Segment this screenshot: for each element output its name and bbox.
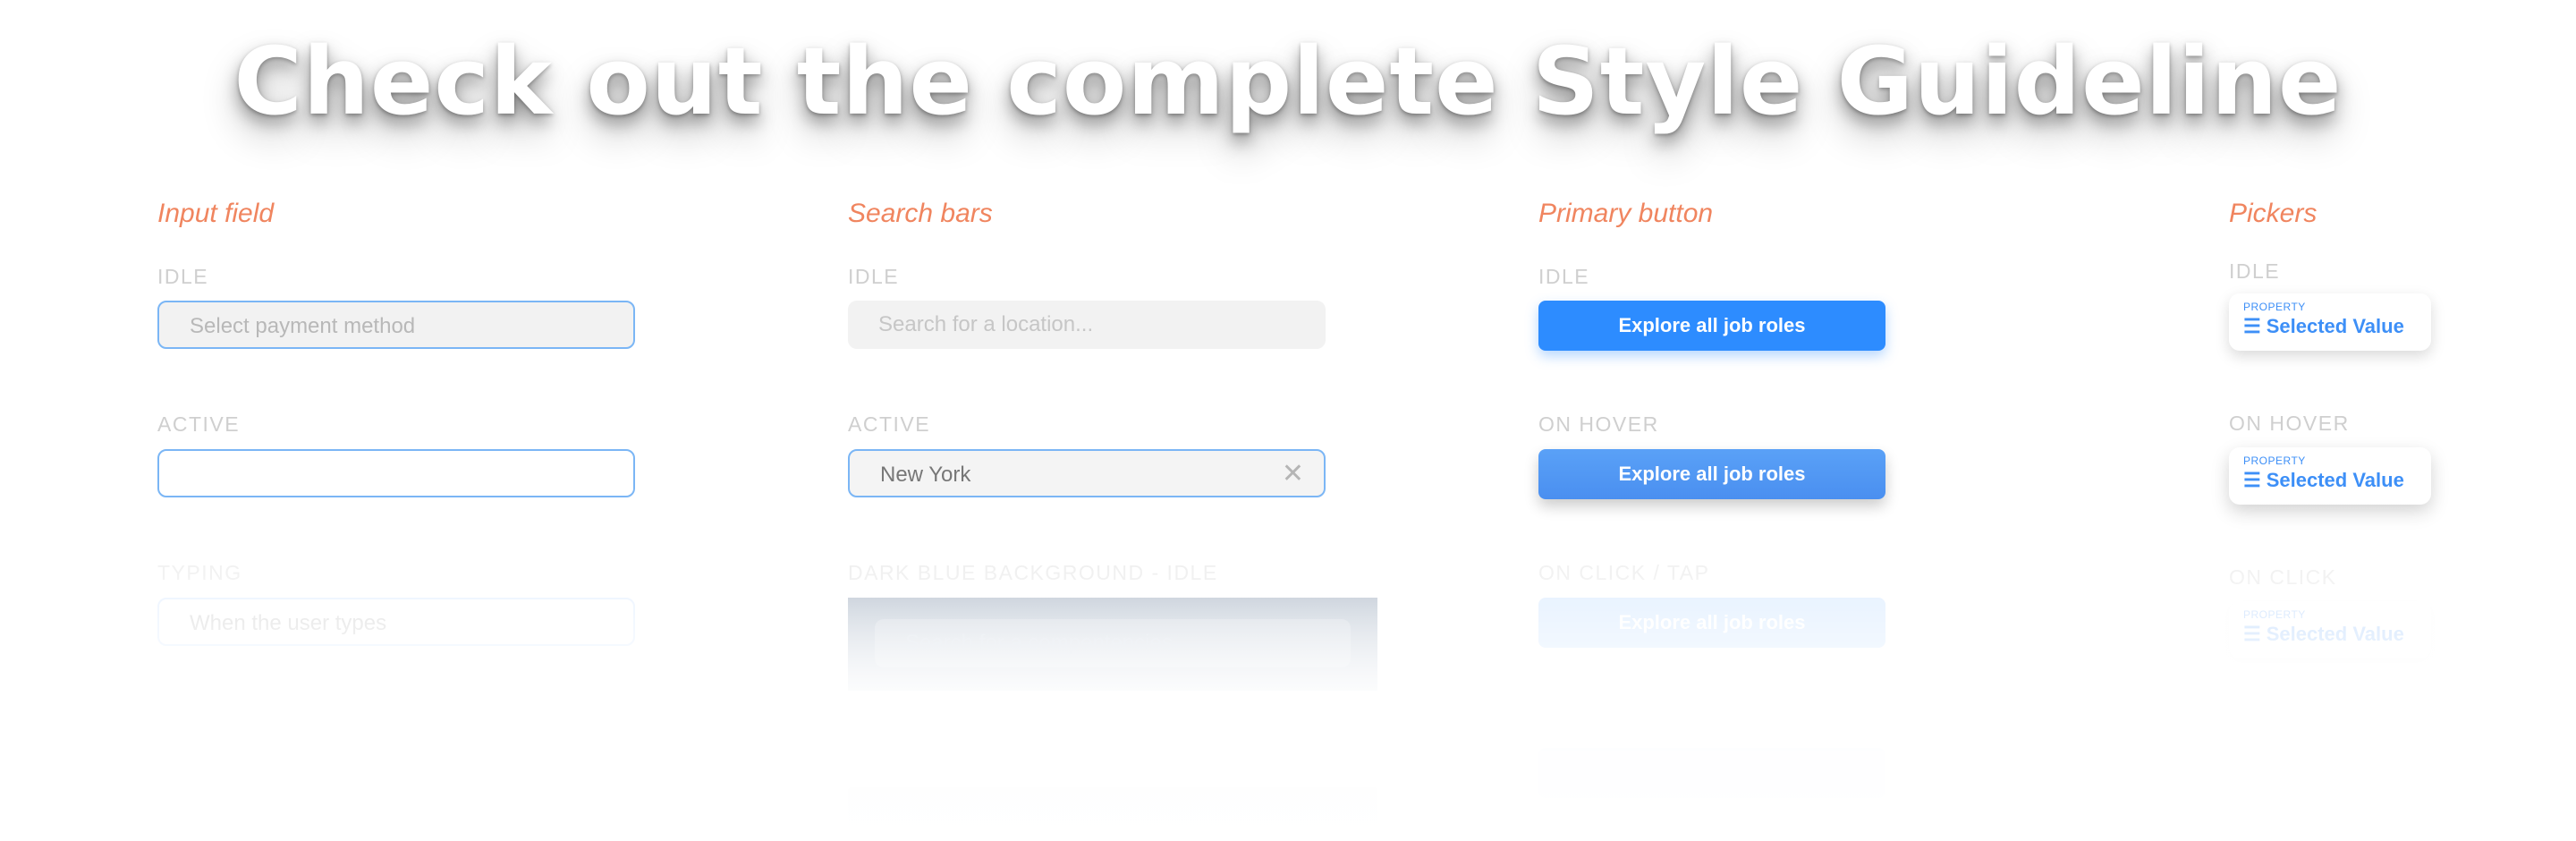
- state-label-active: ACTIVE: [848, 412, 931, 436]
- picker-property-label: PROPERTY: [2243, 608, 2306, 621]
- state-label-idle: IDLE: [2229, 259, 2281, 283]
- faded-search-bar: [848, 787, 1377, 837]
- picker-property-label: PROPERTY: [2243, 454, 2306, 467]
- state-label-hover: ON HOVER: [1538, 412, 1659, 436]
- faded-button: [1538, 748, 1885, 798]
- explore-job-roles-button-hover[interactable]: Explore all job roles: [1538, 449, 1885, 499]
- section-title: Input field: [157, 199, 275, 228]
- location-search-input[interactable]: Search for a location...: [848, 301, 1326, 349]
- clear-icon[interactable]: ✕: [1282, 451, 1304, 497]
- property-picker[interactable]: PROPERTY ☰ Selected Value: [2229, 293, 2431, 351]
- list-icon: ☰: [2243, 315, 2261, 337]
- explore-job-roles-button[interactable]: Explore all job roles: [1538, 301, 1885, 351]
- search-value: New York: [880, 463, 971, 487]
- property-picker-click[interactable]: PROPERTY ☰ Selected Value: [2229, 601, 2431, 658]
- picker-property-label: PROPERTY: [2243, 301, 2306, 313]
- picker-value: Selected Value: [2266, 469, 2404, 491]
- state-label-hover: ON HOVER: [2229, 412, 2350, 435]
- section-title: Pickers: [2229, 199, 2318, 228]
- state-label-active: ACTIVE: [157, 412, 241, 436]
- dark-blue-background: Search for a compentencies: [848, 598, 1377, 691]
- state-label-idle: IDLE: [848, 265, 900, 288]
- picker-value: Selected Value: [2266, 315, 2404, 337]
- active-search-input[interactable]: New York ✕: [848, 449, 1326, 497]
- picker-value: Selected Value: [2266, 623, 2404, 645]
- input-placeholder: Select payment method: [190, 314, 416, 338]
- active-input[interactable]: [157, 449, 635, 497]
- section-title: Search bars: [848, 199, 993, 228]
- list-icon: ☰: [2243, 623, 2261, 645]
- state-label-idle: IDLE: [1538, 265, 1590, 288]
- explore-job-roles-button-click[interactable]: Explore all job roles: [1538, 598, 1885, 648]
- state-label-click: ON CLICK / TAP: [1538, 561, 1710, 584]
- state-label-dark: DARK BLUE BACKGROUND - IDLE: [848, 561, 1218, 584]
- search-placeholder: Search for a compentencies: [905, 631, 1173, 655]
- payment-method-input[interactable]: Select payment method: [157, 301, 635, 349]
- state-label-idle: IDLE: [157, 265, 209, 288]
- state-label-click: ON CLICK: [2229, 565, 2337, 589]
- search-placeholder: Search for a location...: [878, 312, 1094, 336]
- list-icon: ☰: [2243, 469, 2261, 491]
- page-headline: Check out the complete Style Guideline: [233, 27, 2343, 136]
- typing-input[interactable]: When the user types: [157, 598, 635, 646]
- section-title: Primary button: [1538, 199, 1714, 228]
- input-placeholder: When the user types: [190, 611, 387, 635]
- property-picker-hover[interactable]: PROPERTY ☰ Selected Value: [2229, 447, 2431, 505]
- state-label-typing: TYPING: [157, 561, 242, 584]
- competencies-search-input[interactable]: Search for a compentencies: [875, 619, 1351, 667]
